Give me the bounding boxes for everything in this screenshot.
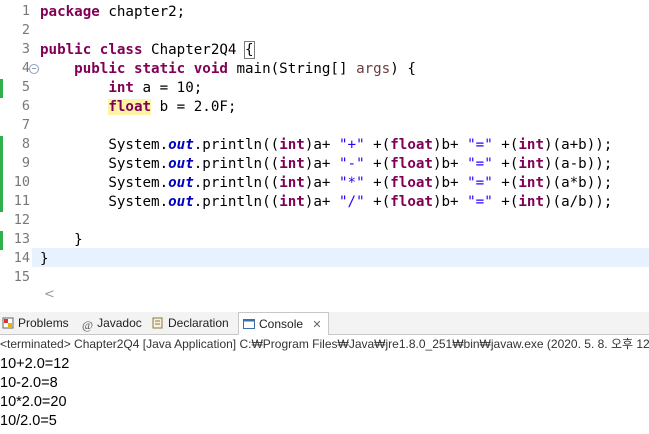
line-number: 3 bbox=[21, 41, 30, 57]
console-icon bbox=[243, 315, 255, 329]
change-marker bbox=[0, 231, 3, 250]
line-number: 15 bbox=[13, 269, 30, 285]
code-line-9: System.out.println((int)a+ "-" +(float)b… bbox=[108, 156, 613, 172]
change-marker bbox=[0, 79, 3, 98]
tab-javadoc[interactable]: @ Javadoc bbox=[82, 312, 142, 334]
code-line-13: } bbox=[74, 232, 83, 248]
code-editor[interactable]: 1 2 3 4 5 6 7 8 9 10 11 12 13 14 15 − pa… bbox=[0, 0, 649, 312]
console-output-line: 10+2.0=12 bbox=[0, 356, 70, 372]
code-line-4: public static void main(String[] args) { bbox=[74, 61, 416, 77]
line-number: 7 bbox=[21, 117, 30, 133]
tab-label: Console bbox=[259, 317, 304, 331]
code-line-14: } bbox=[40, 251, 49, 267]
line-number: 12 bbox=[13, 212, 30, 228]
console-output-line: 10*2.0=20 bbox=[0, 394, 67, 410]
code-line-8: System.out.println((int)a+ "+" +(float)b… bbox=[108, 137, 613, 153]
tab-declaration[interactable]: Declaration bbox=[152, 312, 229, 334]
line-number: 8 bbox=[21, 136, 30, 152]
horizontal-scrollbar[interactable] bbox=[32, 286, 649, 304]
javadoc-icon: @ bbox=[82, 318, 94, 332]
code-line-3: public class Chapter2Q4 { bbox=[40, 41, 255, 59]
close-icon[interactable]: ✕ bbox=[312, 319, 321, 331]
tab-console[interactable]: Console ✕ bbox=[238, 312, 329, 335]
code-line-5: int a = 10; bbox=[108, 80, 203, 96]
line-number: 9 bbox=[21, 155, 30, 171]
code-line-11: System.out.println((int)a+ "/" +(float)b… bbox=[108, 194, 613, 210]
code-line-10: System.out.println((int)a+ "*" +(float)b… bbox=[108, 175, 613, 191]
line-number: 11 bbox=[13, 193, 30, 209]
console-output-line: 10/2.0=5 bbox=[0, 413, 57, 429]
line-number: 10 bbox=[13, 174, 30, 190]
change-marker bbox=[0, 136, 3, 212]
line-number: 14 bbox=[13, 250, 30, 266]
line-number-gutter: 1 2 3 4 5 6 7 8 9 10 11 12 13 14 15 − bbox=[0, 0, 39, 306]
tab-label: Problems bbox=[18, 316, 69, 330]
tab-problems[interactable]: Problems bbox=[2, 312, 69, 334]
current-line-highlight bbox=[0, 248, 649, 267]
declaration-icon bbox=[152, 314, 164, 329]
code-line-1: package chapter2; bbox=[40, 4, 186, 20]
line-number: 13 bbox=[13, 231, 30, 247]
console-process-header: <terminated> Chapter2Q4 [Java Applicatio… bbox=[0, 337, 649, 351]
scroll-left-arrow-icon[interactable]: < bbox=[44, 287, 55, 302]
problems-icon bbox=[2, 314, 14, 329]
fold-collapse-icon[interactable]: − bbox=[29, 64, 39, 74]
tab-label: Declaration bbox=[168, 316, 229, 330]
bottom-panel-tabs: Problems @ Javadoc Declaration Console ✕ bbox=[0, 312, 649, 335]
code-line-6: float b = 2.0F; bbox=[108, 99, 237, 115]
line-number: 2 bbox=[21, 22, 30, 38]
line-number: 5 bbox=[21, 79, 30, 95]
line-number: 6 bbox=[21, 98, 30, 114]
tab-label: Javadoc bbox=[97, 316, 142, 330]
console-output-line: 10-2.0=8 bbox=[0, 375, 58, 391]
line-number: 1 bbox=[21, 3, 30, 19]
line-number: 4 bbox=[21, 60, 30, 76]
